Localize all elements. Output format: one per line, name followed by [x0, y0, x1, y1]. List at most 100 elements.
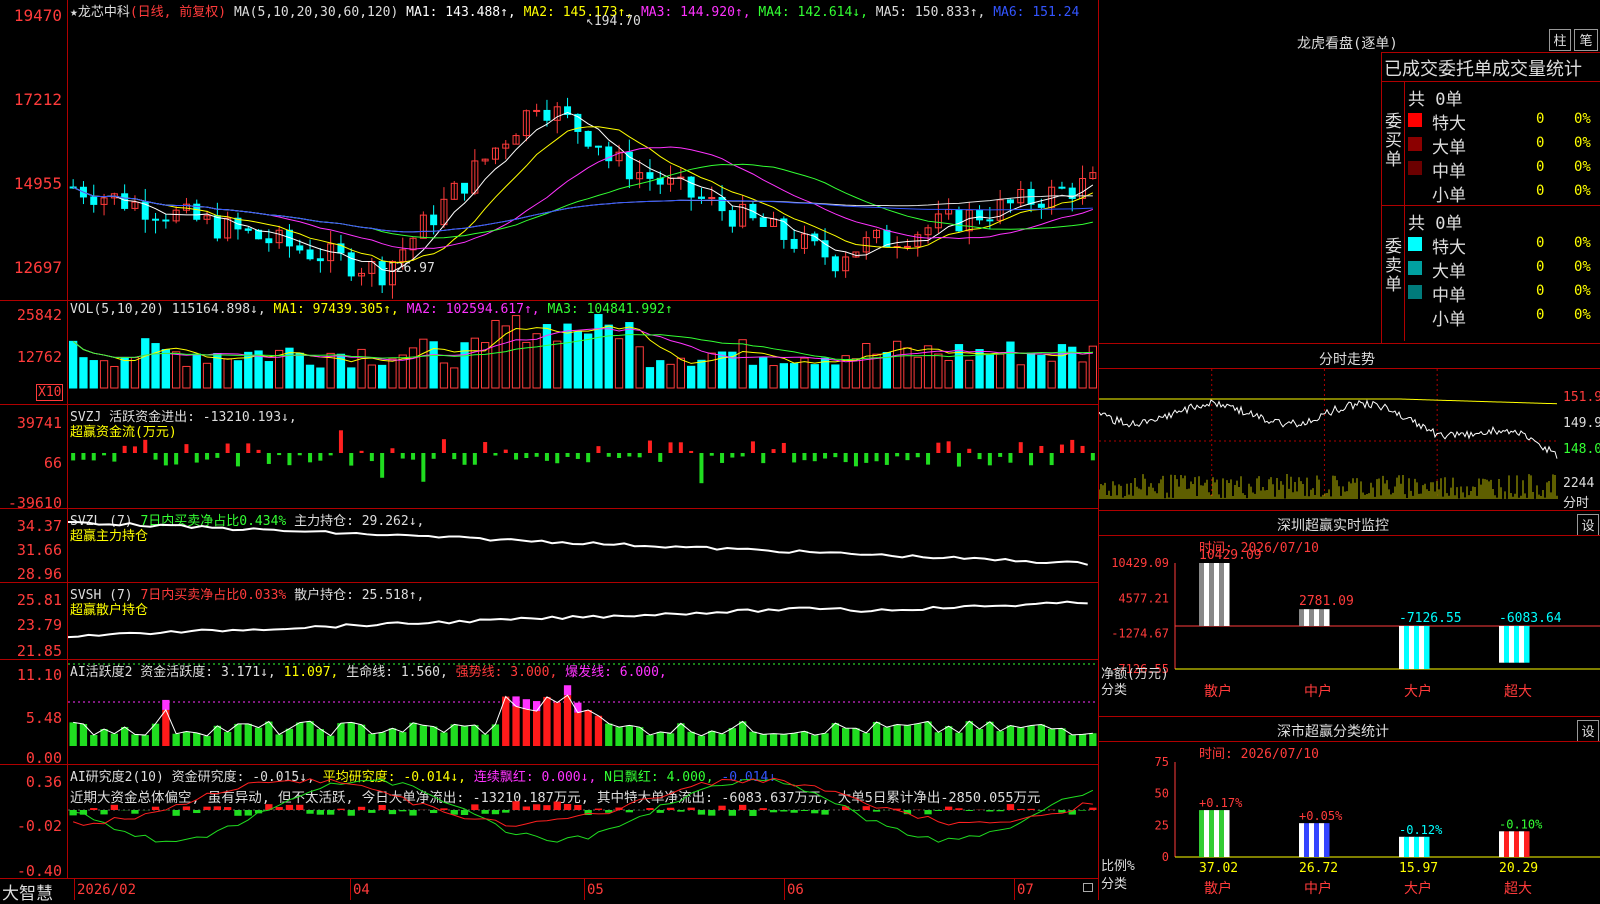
activity-bar: [873, 722, 880, 746]
volume-bar: [327, 353, 334, 388]
sz-monitor-settings-button[interactable]: 设: [1577, 514, 1599, 536]
candle-body: [1038, 204, 1044, 207]
activity-bar: [1089, 733, 1096, 746]
activity-bar: [842, 728, 849, 746]
stock-chart-area[interactable]: ★龙芯中科(日线, 前复权) MA(5,10,20,30,60,120) MA1…: [0, 0, 1098, 900]
fund-flow-bar: [844, 453, 848, 462]
fund-flow-bar: [854, 453, 858, 466]
separator: [0, 764, 1098, 765]
volume-chart[interactable]: [68, 302, 1098, 402]
activity-bar: [430, 727, 437, 746]
activity-peak: [533, 701, 540, 711]
buy-name: 中单: [1432, 157, 1466, 182]
research-bar: [183, 806, 190, 810]
research-bar: [677, 810, 684, 812]
volume-bar: [688, 366, 695, 388]
activity-bar: [966, 721, 973, 746]
svsh-y-tick: 25.81: [0, 591, 62, 609]
tick-mode-button[interactable]: 笔: [1574, 29, 1598, 51]
fund-flow-bar: [133, 446, 137, 453]
research-bar: [729, 810, 736, 816]
research-bar: [718, 806, 725, 810]
research-bar: [203, 807, 210, 810]
fund-flow-bar: [967, 449, 971, 453]
activity-bar: [904, 725, 911, 746]
activity-bar: [863, 733, 870, 746]
svzj-chart[interactable]: [68, 406, 1098, 506]
candle-body: [1007, 200, 1013, 203]
candle-body: [987, 220, 993, 221]
research-bar: [245, 810, 252, 816]
research-bar: [1007, 804, 1014, 810]
svzl-y-tick: 34.37: [0, 517, 62, 535]
fund-flow-bar: [1070, 440, 1074, 453]
ai-active-chart[interactable]: [68, 661, 1098, 764]
sell-count: 0: [1536, 235, 1544, 251]
volume-bar: [821, 358, 828, 388]
sell-total: 共 0单: [1408, 209, 1462, 234]
fund-flow-bar: [988, 453, 992, 465]
candlestick-chart[interactable]: [68, 0, 1098, 300]
sz-monitor-bar-chart[interactable]: 10429.094577.21-1274.67-7126.5510429.09散…: [1099, 536, 1600, 716]
svzj-y-tick: 66: [0, 454, 62, 472]
svsh-y-tick: 21.85: [0, 642, 62, 660]
volume-bar: [451, 368, 458, 388]
ai-research-chart[interactable]: [68, 766, 1098, 878]
activity-bar: [945, 726, 952, 746]
sz-monitor-bar: [1299, 609, 1305, 626]
date-axis: 大智慧 2026/02 04 05 06 07: [0, 879, 1098, 900]
volume-bar: [657, 361, 664, 388]
sz-monitor-value-label: -6083.64: [1499, 611, 1562, 626]
activity-bar: [142, 735, 149, 746]
sz-class-xlabel: 分类: [1101, 877, 1127, 892]
candle-body: [698, 197, 704, 198]
activity-bar: [1079, 734, 1086, 746]
activity-bar: [811, 735, 818, 746]
activity-bar: [615, 727, 622, 746]
sz-class-settings-button[interactable]: 设: [1577, 720, 1599, 742]
fund-flow-bar: [1091, 453, 1095, 460]
buy-count: 0: [1536, 111, 1544, 127]
fund-flow-bar: [905, 453, 909, 460]
research-bar: [348, 810, 355, 816]
bar-mode-button[interactable]: 柱: [1549, 29, 1571, 51]
sell-name: 大单: [1432, 257, 1466, 282]
sz-class-bar-chart[interactable]: 7550250+0.17%37.02散户+0.05%26.72中户-0.12%1…: [1099, 742, 1600, 900]
volume-bar: [512, 316, 519, 388]
activity-bar: [821, 733, 828, 746]
fund-flow-bar: [864, 453, 868, 463]
fund-flow-bar: [432, 453, 436, 459]
fund-flow-bar: [164, 453, 168, 465]
sz-monitor-ylabel: 净额(万元): [1101, 667, 1169, 682]
svzl-line-chart[interactable]: [68, 510, 1098, 582]
research-bar: [801, 810, 808, 811]
buy-pct: 0%: [1574, 159, 1591, 175]
sz-class-value-label: 37.02: [1199, 861, 1238, 876]
sz-class-value-label: 15.97: [1399, 861, 1438, 876]
research-bar: [564, 804, 571, 810]
fund-flow-bar: [679, 442, 683, 453]
date-label: 04: [353, 882, 370, 898]
separator: [0, 659, 1098, 660]
volume-bar: [471, 338, 478, 388]
fund-flow-bar: [772, 449, 776, 453]
volume-bar: [502, 326, 509, 388]
ma20-line: [73, 147, 1093, 249]
svsh-line-chart[interactable]: [68, 584, 1098, 659]
candle-body: [719, 197, 725, 210]
volume-bar: [760, 357, 767, 388]
sz-monitor-bar: [1499, 626, 1505, 663]
fund-flow-bar: [236, 453, 240, 466]
activity-bar: [585, 710, 592, 746]
activity-bar: [1017, 728, 1024, 746]
volume-bar: [636, 347, 643, 388]
research-bar: [368, 810, 375, 813]
fund-flow-bar: [782, 443, 786, 453]
intraday-chart[interactable]: [1099, 369, 1600, 509]
fund-flow-bar: [957, 453, 961, 467]
right-sidebar: 龙虎看盘(逐单) 柱 笔 已成交委托单成交量统计 委买单 共 0单 特大00%大…: [1099, 0, 1600, 900]
fund-flow-bar: [916, 453, 920, 457]
volume-bar: [1058, 345, 1065, 388]
volume-bar: [152, 344, 159, 388]
fund-flow-bar: [174, 453, 178, 464]
